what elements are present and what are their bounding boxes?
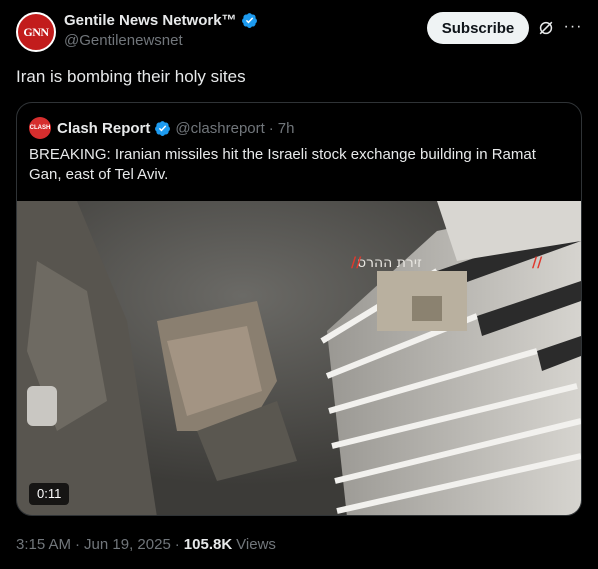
tweet-time[interactable]: 3:15 AM xyxy=(16,536,71,553)
quote-avatar-logo-text: CLASH xyxy=(29,125,51,131)
quote-text: BREAKING: Iranian missiles hit the Israe… xyxy=(29,146,536,183)
svg-text://: // xyxy=(351,255,362,271)
avatar-logo-text: GNN xyxy=(23,24,49,39)
footer-separator: · xyxy=(174,536,180,553)
video-overlay-text: זירת ההרס xyxy=(357,255,422,271)
views-label: Views xyxy=(236,536,276,553)
grok-icon[interactable] xyxy=(536,18,556,38)
author-avatar[interactable]: GNN xyxy=(16,12,56,52)
tweet-text: Iran is bombing their holy sites xyxy=(16,67,246,86)
author-handle[interactable]: @Gentilenewsnet xyxy=(64,32,258,49)
tweet-date[interactable]: Jun 19, 2025 xyxy=(84,536,171,553)
svg-text://: // xyxy=(532,255,543,271)
quote-author-name[interactable]: Clash Report xyxy=(57,120,150,137)
video-player[interactable]: זירת ההרס // // 0:11 xyxy=(17,201,581,515)
subscribe-button[interactable]: Subscribe xyxy=(427,12,529,44)
tweet-header: GNN Gentile News Network™ @Gentilenewsne… xyxy=(16,10,582,54)
quote-author-avatar[interactable]: CLASH xyxy=(29,117,51,139)
verified-badge-icon xyxy=(241,13,257,28)
author-info: Gentile News Network™ @Gentilenewsnet xyxy=(64,12,258,49)
author-name[interactable]: Gentile News Network™ xyxy=(64,12,237,29)
quoted-tweet[interactable]: CLASH Clash Report @clashreport · 7h BRE… xyxy=(16,102,582,516)
quote-author-handle[interactable]: @clashreport xyxy=(175,120,264,137)
more-options-icon[interactable]: ··· xyxy=(563,18,583,38)
views-count[interactable]: 105.8K xyxy=(184,536,232,553)
tweet-footer: 3:15 AM · Jun 19, 2025 · 105.8K Views xyxy=(16,536,276,553)
quote-separator: · xyxy=(268,119,274,137)
quote-header: CLASH Clash Report @clashreport · 7h xyxy=(29,117,294,139)
video-frame-image: זירת ההרס // // xyxy=(17,201,581,515)
quote-time[interactable]: 7h xyxy=(278,120,295,137)
verified-badge-icon xyxy=(155,120,171,136)
video-duration-badge: 0:11 xyxy=(29,483,70,505)
footer-separator: · xyxy=(75,536,81,553)
